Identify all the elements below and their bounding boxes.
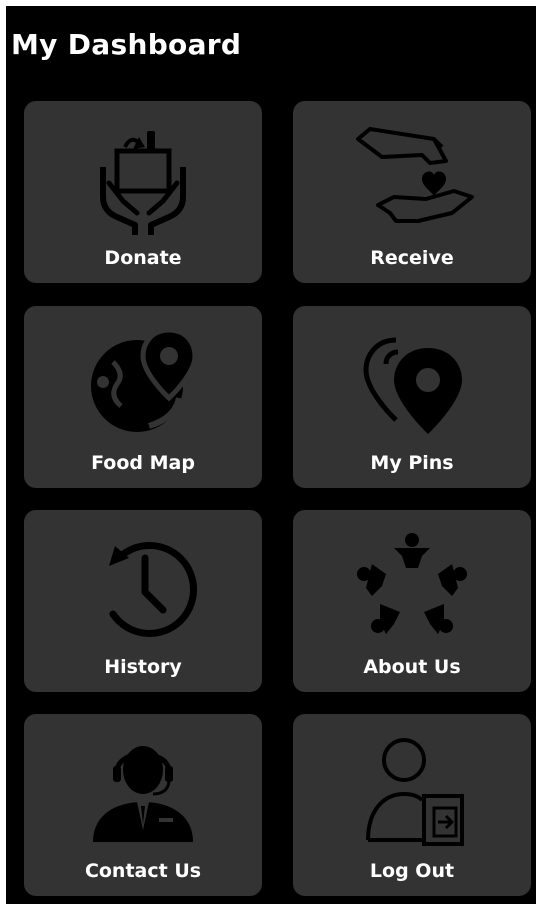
about-us-tile[interactable]: About Us xyxy=(293,510,531,692)
logout-user-icon xyxy=(342,730,482,848)
food-map-label: Food Map xyxy=(91,452,195,474)
dashboard-grid: Donate Receive Food Map My Pins History … xyxy=(6,6,536,904)
contact-us-tile[interactable]: Contact Us xyxy=(24,714,262,896)
donate-tile[interactable]: Donate xyxy=(24,101,262,283)
support-agent-icon xyxy=(73,730,213,848)
my-pins-tile[interactable]: My Pins xyxy=(293,306,531,488)
my-pins-label: My Pins xyxy=(370,452,454,474)
map-pin-icon xyxy=(342,322,482,440)
donate-icon xyxy=(73,117,213,235)
receive-label: Receive xyxy=(370,247,454,269)
receive-tile[interactable]: Receive xyxy=(293,101,531,283)
receive-icon xyxy=(342,117,482,235)
food-map-tile[interactable]: Food Map xyxy=(24,306,262,488)
people-community-icon xyxy=(342,526,482,644)
history-tile[interactable]: History xyxy=(24,510,262,692)
about-us-label: About Us xyxy=(363,656,461,678)
donate-label: Donate xyxy=(104,247,182,269)
history-clock-icon xyxy=(73,526,213,644)
history-label: History xyxy=(104,656,182,678)
log-out-label: Log Out xyxy=(369,860,455,882)
dashboard-screen: My Dashboard Donate Receive Food Map My … xyxy=(6,6,536,904)
contact-us-label: Contact Us xyxy=(84,860,202,882)
log-out-tile[interactable]: Log Out xyxy=(293,714,531,896)
globe-pin-icon xyxy=(73,322,213,440)
